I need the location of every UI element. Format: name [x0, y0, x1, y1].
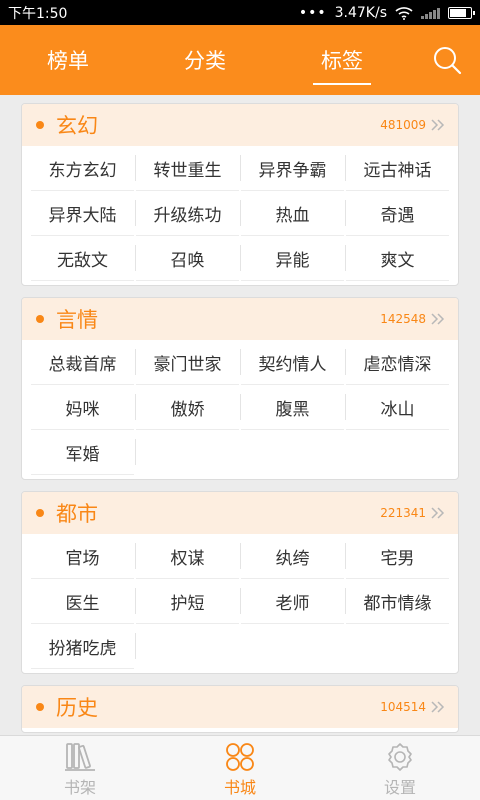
tag-item[interactable]: 豪门世家: [136, 340, 241, 385]
status-time: 下午1:50: [8, 5, 68, 22]
status-bar: 下午1:50 ••• 3.47K/s: [0, 0, 480, 25]
active-tab-indicator: [313, 83, 371, 85]
nav-bookshelf[interactable]: 书架: [0, 736, 160, 800]
tag-item[interactable]: 爽文: [346, 236, 449, 281]
tag-item[interactable]: 都市情缘: [346, 579, 449, 624]
tag-item[interactable]: 异界大陆: [31, 191, 136, 236]
network-speed: 3.47K/s: [334, 4, 387, 21]
settings-icon: [388, 743, 412, 771]
tag-item[interactable]: 医生: [31, 579, 136, 624]
section-title: 言情: [56, 308, 98, 332]
tag-item[interactable]: 冰山: [346, 385, 449, 430]
nav-settings-label: 设置: [383, 778, 416, 797]
tag-section-card: 玄幻 481009 东方玄幻 转世重生 异界争霸 远古神话异界大陆 升级练功 热血 奇遇无敌文召…: [21, 103, 459, 286]
tag-grid: [22, 728, 458, 732]
bullet-dot-icon: [36, 315, 44, 323]
double-chevron-right-icon[interactable]: [430, 507, 446, 519]
section-header[interactable]: 都市 221341: [22, 492, 458, 534]
tag-list[interactable]: 玄幻 481009 东方玄幻 转世重生 异界争霸 远古神话异界大陆 升级练功 热血 奇遇无敌文召…: [0, 95, 480, 735]
tag-item[interactable]: 升级练功: [136, 191, 241, 236]
section-count: 481009: [380, 118, 426, 132]
tag-section-card: 历史 104514: [21, 685, 459, 733]
tag-grid: 总裁首席 豪门世家 契约情人 虐恋情深妈咪 傲娇 腹黑 冰山军婚: [22, 340, 458, 479]
section-count: 142548: [380, 312, 426, 326]
tab-ranking[interactable]: 榜单: [28, 25, 108, 95]
tag-item[interactable]: 召唤: [136, 236, 241, 281]
tag-grid: 东方玄幻 转世重生 异界争霸 远古神话异界大陆 升级练功 热血 奇遇无敌文 召唤 异能 爽文: [22, 146, 458, 285]
tag-item[interactable]: 转世重生: [136, 146, 241, 191]
tag-item[interactable]: 傲娇: [136, 385, 241, 430]
section-count: 104514: [380, 700, 426, 714]
section-title: 历史: [56, 696, 98, 720]
tab-category-label: 分类: [184, 49, 226, 73]
tag-item[interactable]: 军婚: [31, 430, 136, 475]
double-chevron-right-icon[interactable]: [430, 119, 446, 131]
double-chevron-right-icon[interactable]: [430, 701, 446, 713]
tag-section-card: 言情 142548 总裁首席 豪门世家 契约情人 虐恋情深妈咪 傲娇 腹黑 冰山军婚: [21, 297, 459, 480]
tag-item[interactable]: 奇遇: [346, 191, 449, 236]
tag-item[interactable]: 远古神话: [346, 146, 449, 191]
tag-item[interactable]: 纨绔: [241, 534, 346, 579]
nav-bookstore[interactable]: 书城: [160, 736, 320, 800]
tab-ranking-label: 榜单: [47, 49, 89, 73]
tag-item[interactable]: 东方玄幻: [31, 146, 136, 191]
bookshelf-icon: [65, 743, 95, 771]
double-chevron-right-icon[interactable]: [430, 313, 446, 325]
wifi-icon: [395, 6, 413, 20]
nav-bookstore-label: 书城: [223, 778, 256, 797]
tag-item[interactable]: 异能: [241, 236, 346, 281]
tab-tags[interactable]: 标签: [302, 25, 382, 95]
tab-tags-label: 标签: [321, 49, 363, 73]
nav-settings[interactable]: 设置: [320, 736, 480, 800]
signal-icon: [421, 7, 440, 19]
section-title: 都市: [56, 502, 98, 526]
tag-item[interactable]: 官场: [31, 534, 136, 579]
tag-item[interactable]: 腹黑: [241, 385, 346, 430]
battery-icon: [448, 6, 475, 19]
tag-item[interactable]: 扮猪吃虎: [31, 624, 136, 669]
tag-item[interactable]: 虐恋情深: [346, 340, 449, 385]
top-tab-bar: 榜单 分类 标签: [0, 25, 480, 95]
search-icon[interactable]: [432, 45, 462, 75]
tag-item[interactable]: 热血: [241, 191, 346, 236]
bullet-dot-icon: [36, 121, 44, 129]
nav-bookshelf-label: 书架: [63, 778, 96, 797]
tag-item[interactable]: 护短: [136, 579, 241, 624]
tag-item[interactable]: 妈咪: [31, 385, 136, 430]
notification-dots: •••: [298, 4, 327, 21]
section-count: 221341: [380, 506, 426, 520]
bottom-nav: 书架 书城 设置: [0, 735, 480, 800]
tag-section-card: 都市 221341 官场 权谋 纨绔 宅男医生 护短 老师 都市情缘扮猪吃虎: [21, 491, 459, 674]
section-title: 玄幻: [56, 114, 98, 138]
section-header[interactable]: 历史 104514: [22, 686, 458, 728]
tag-item[interactable]: 异界争霸: [241, 146, 346, 191]
tag-item[interactable]: 契约情人: [241, 340, 346, 385]
section-header[interactable]: 言情 142548: [22, 298, 458, 340]
tag-item[interactable]: 无敌文: [31, 236, 136, 281]
bookstore-icon: [226, 743, 254, 771]
bullet-dot-icon: [36, 703, 44, 711]
tag-item[interactable]: 总裁首席: [31, 340, 136, 385]
tag-item[interactable]: 宅男: [346, 534, 449, 579]
section-header[interactable]: 玄幻 481009: [22, 104, 458, 146]
tag-item[interactable]: 权谋: [136, 534, 241, 579]
tab-category[interactable]: 分类: [165, 25, 245, 95]
bullet-dot-icon: [36, 509, 44, 517]
tag-grid: 官场 权谋 纨绔 宅男医生 护短 老师 都市情缘扮猪吃虎: [22, 534, 458, 673]
tag-item[interactable]: 老师: [241, 579, 346, 624]
